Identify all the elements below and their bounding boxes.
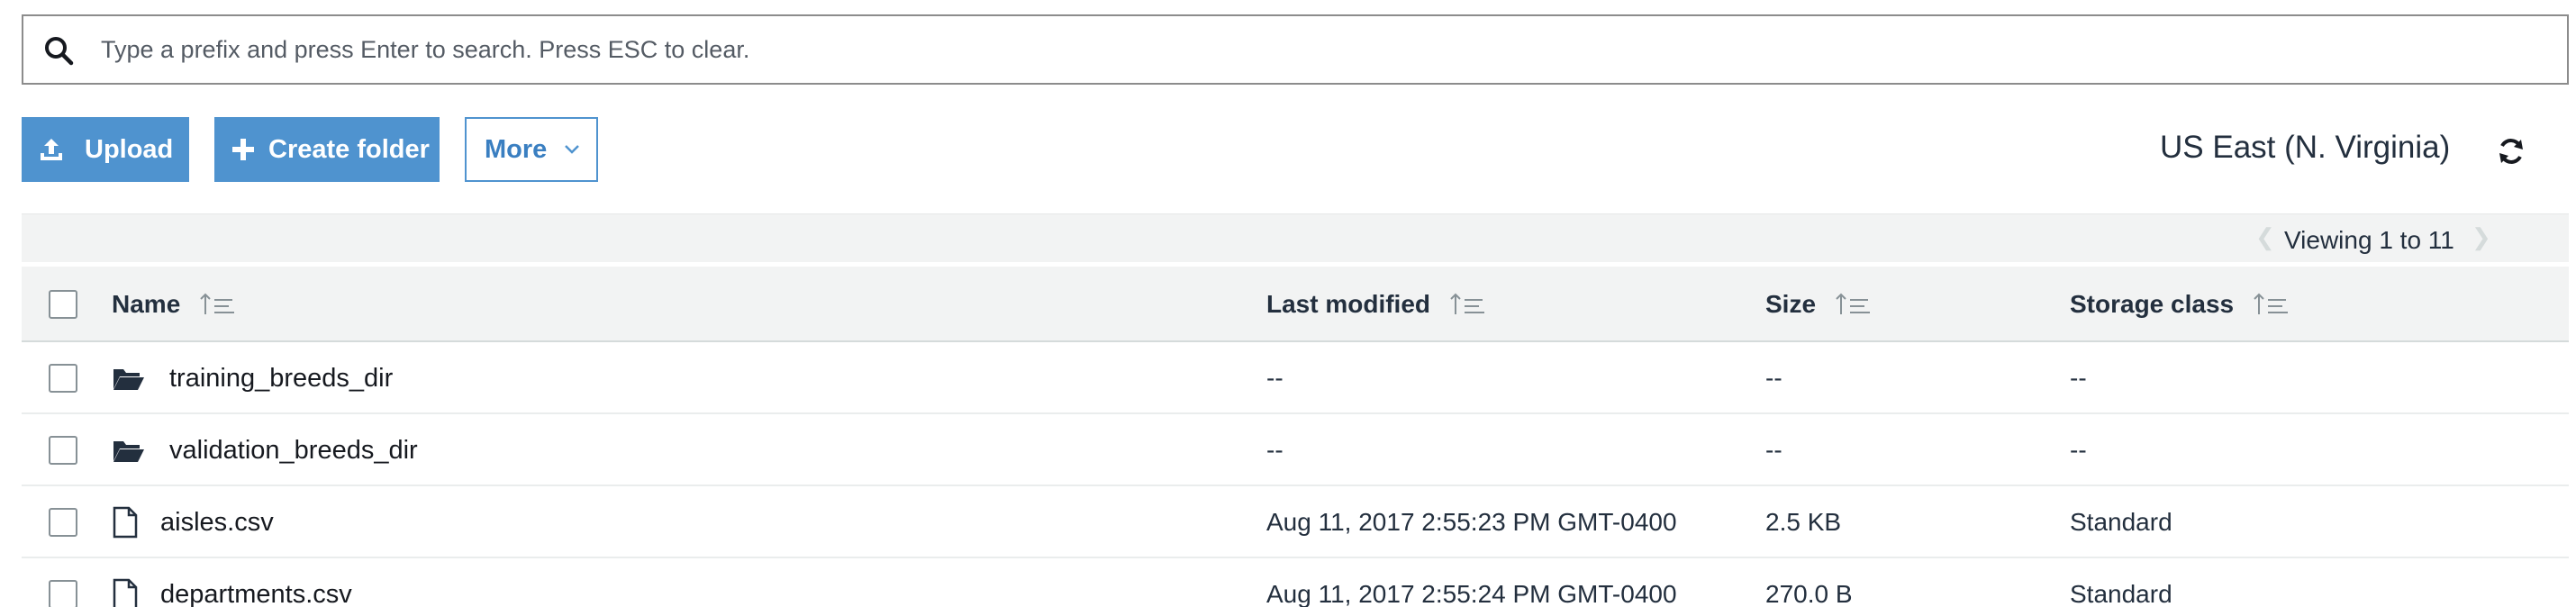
storage-class-cell: --	[2070, 364, 2087, 392]
row-checkbox[interactable]	[49, 580, 77, 607]
row-checkbox[interactable]	[49, 508, 77, 537]
object-name-link[interactable]: departments.csv	[160, 580, 352, 607]
sort-icon[interactable]	[1448, 291, 1486, 318]
last-modified-cell: Aug 11, 2017 2:55:24 PM GMT-0400	[1266, 580, 1677, 607]
storage-class-cell: Standard	[2070, 580, 2172, 607]
table-row[interactable]: training_breeds_dir -- -- --	[22, 342, 2569, 414]
next-page-icon[interactable]: ❯	[2472, 223, 2491, 251]
size-cell: 270.0 B	[1765, 580, 1853, 607]
chevron-down-icon	[565, 145, 580, 154]
size-cell: 2.5 KB	[1765, 508, 1842, 536]
file-icon	[113, 506, 138, 539]
more-label: More	[485, 134, 548, 164]
search-input[interactable]	[101, 18, 2533, 81]
object-name-link[interactable]: aisles.csv	[160, 508, 274, 538]
storage-class-cell: Standard	[2070, 508, 2172, 536]
file-icon	[113, 578, 138, 607]
row-checkbox[interactable]	[49, 436, 77, 465]
last-modified-cell: --	[1266, 364, 1283, 392]
create-folder-label: Create folder	[268, 134, 430, 164]
column-header-last-modified-label: Last modified	[1266, 290, 1431, 318]
column-header-size-label: Size	[1765, 290, 1817, 318]
more-button[interactable]: More	[465, 117, 598, 182]
column-header-storage-class[interactable]: Storage class	[2070, 290, 2290, 319]
last-modified-cell: --	[1266, 436, 1283, 464]
previous-page-icon[interactable]: ❮	[2255, 223, 2275, 251]
object-name-link[interactable]: validation_breeds_dir	[169, 436, 418, 466]
upload-icon	[41, 139, 62, 160]
search-icon	[45, 37, 74, 66]
row-checkbox[interactable]	[49, 364, 77, 393]
sort-icon[interactable]	[1834, 291, 1872, 318]
column-header-last-modified[interactable]: Last modified	[1266, 290, 1486, 319]
select-all-checkbox[interactable]	[49, 290, 77, 319]
last-modified-cell: Aug 11, 2017 2:55:23 PM GMT-0400	[1266, 508, 1677, 536]
size-cell: --	[1765, 364, 1782, 392]
folder-icon	[113, 441, 144, 462]
plus-icon	[232, 139, 254, 160]
table-row[interactable]: departments.csv Aug 11, 2017 2:55:24 PM …	[22, 558, 2569, 607]
pagination-bar: ❮ Viewing 1 to 11 ❯	[22, 213, 2569, 262]
folder-icon	[113, 369, 144, 390]
upload-label: Upload	[85, 134, 174, 164]
column-header-size[interactable]: Size	[1765, 290, 1872, 319]
size-cell: --	[1765, 436, 1782, 464]
table-header: Name Last modified Size Storage class	[22, 267, 2569, 342]
column-header-name-label: Name	[112, 290, 181, 318]
upload-button[interactable]: Upload	[22, 117, 189, 182]
column-header-name[interactable]: Name	[112, 290, 236, 319]
table-row[interactable]: validation_breeds_dir -- -- --	[22, 414, 2569, 486]
storage-class-cell: --	[2070, 436, 2087, 464]
create-folder-button[interactable]: Create folder	[214, 117, 440, 182]
table-row[interactable]: aisles.csv Aug 11, 2017 2:55:23 PM GMT-0…	[22, 486, 2569, 558]
sort-icon[interactable]	[198, 291, 236, 318]
region-label[interactable]: US East (N. Virginia)	[2160, 130, 2450, 166]
object-name-link[interactable]: training_breeds_dir	[169, 364, 393, 394]
sort-icon[interactable]	[2252, 291, 2290, 318]
refresh-icon[interactable]	[2495, 135, 2527, 168]
search-bar	[22, 14, 2569, 85]
column-header-storage-class-label: Storage class	[2070, 290, 2235, 318]
viewing-range: Viewing 1 to 11	[2284, 226, 2454, 254]
